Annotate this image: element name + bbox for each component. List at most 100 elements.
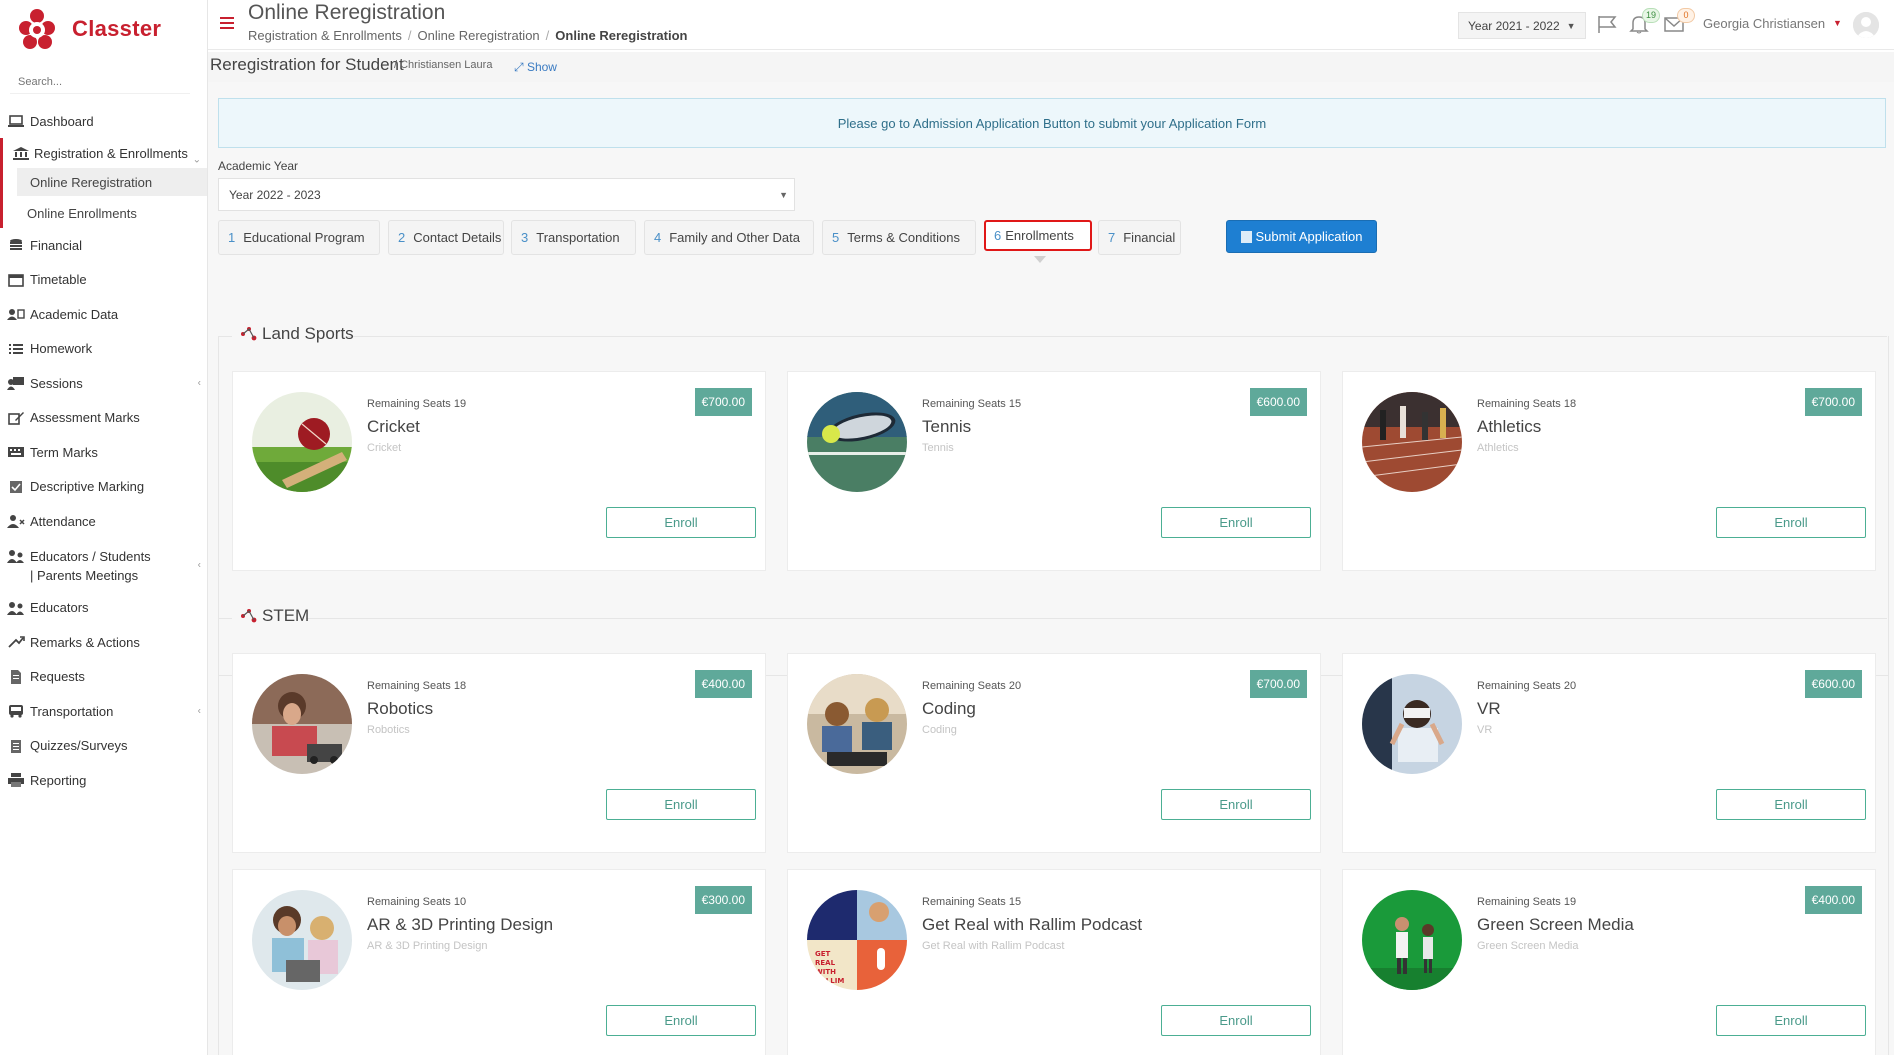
tab-enrollments[interactable]: 6 Enrollments	[984, 220, 1092, 251]
sidebar-item-label: Transportation	[30, 703, 114, 719]
chevron-down-icon: ⌄	[192, 154, 201, 166]
remaining-seats-count: 18	[1563, 398, 1577, 410]
academic-year-select[interactable]: Year 2022 - 2023 ▼	[218, 178, 795, 211]
price-badge: €700.00	[1804, 388, 1862, 416]
enroll-button[interactable]: Enroll	[1716, 1005, 1866, 1036]
caret-down-icon[interactable]: ▼	[1833, 18, 1842, 28]
sidebar-item-label: Sessions	[30, 375, 83, 391]
enroll-button[interactable]: Enroll	[1716, 789, 1866, 820]
sidebar-item-reporting[interactable]: Reporting	[0, 763, 207, 798]
enroll-button[interactable]: Enroll	[1161, 507, 1311, 538]
course-title: Coding	[922, 699, 976, 718]
flag-icon[interactable]	[1596, 14, 1618, 34]
sidebar-item-label: Attendance	[30, 513, 96, 529]
sidebar-item-assessment-marks[interactable]: Assessment Marks	[0, 401, 207, 436]
tab-financial[interactable]: 7 Financial	[1098, 220, 1181, 255]
hamburger-menu-icon[interactable]	[220, 17, 234, 29]
sidebar-item-term-marks[interactable]: Term Marks	[0, 435, 207, 470]
sidebar-item-financial[interactable]: Financial	[0, 228, 207, 263]
tab-number: 6	[994, 228, 1002, 243]
sidebar-item-educators[interactable]: Educators	[0, 591, 207, 626]
sidebar-item-label: Educators / Students | Parents Meetings	[30, 548, 151, 583]
enroll-button[interactable]: Enroll	[1716, 507, 1866, 538]
sidebar-item-dashboard[interactable]: Dashboard	[0, 104, 207, 138]
sidebar-item-remarks-actions[interactable]: Remarks & Actions	[0, 625, 207, 660]
remaining-seats: Remaining Seats 18	[1477, 398, 1576, 410]
remaining-seats-count: 18	[453, 680, 467, 692]
sidebar-item-descriptive-marking[interactable]: Descriptive Marking	[0, 470, 207, 505]
student-subheader: Reregistration for Student / Christianse…	[208, 52, 1894, 82]
sidebar-subitem-online-reregistration[interactable]: Online Reregistration	[17, 168, 207, 196]
enroll-button[interactable]: Enroll	[1161, 789, 1311, 820]
main-content: Please go to Admission Application Butto…	[208, 82, 1894, 1055]
sidebar-item-quizzes-surveys[interactable]: Quizzes/Surveys	[0, 729, 207, 764]
keyboard-icon	[8, 447, 24, 458]
user-name[interactable]: Georgia Christiansen	[1703, 16, 1825, 31]
enroll-button[interactable]: Enroll	[606, 507, 756, 538]
breadcrumb-item[interactable]: Registration & Enrollments	[248, 28, 402, 43]
coding-kids-image	[807, 674, 907, 774]
breadcrumb-current: Online Reregistration	[555, 28, 688, 43]
tab-educational-program[interactable]: 1 Educational Program	[218, 220, 380, 255]
sidebar-item-requests[interactable]: Requests	[0, 660, 207, 695]
reregistration-title: Reregistration for Student	[210, 55, 404, 74]
show-link[interactable]: ⤢ Show	[514, 60, 557, 75]
sidebar-item-homework[interactable]: Homework	[0, 332, 207, 367]
logo[interactable]: Classter	[18, 8, 161, 50]
sidebar-item-academic-data[interactable]: Academic Data	[0, 297, 207, 332]
course-card: Remaining Seats 18 Robotics Robotics €40…	[232, 653, 766, 853]
sidebar-item-meetings[interactable]: Educators / Students | Parents Meetings …	[0, 539, 207, 591]
remaining-seats-label: Remaining Seats	[922, 398, 1006, 410]
course-card: Remaining Seats 20 VR VR €600.00 Enroll	[1342, 653, 1876, 853]
course-card: GET REAL WITH RALLIM Remaining Seats 15 …	[787, 869, 1321, 1055]
remaining-seats: Remaining Seats 15	[922, 398, 1021, 410]
active-tab-pointer	[1034, 256, 1046, 263]
tab-label: Enrollments	[1005, 228, 1074, 243]
messages-button[interactable]: 0	[1663, 8, 1695, 34]
tab-transportation[interactable]: 3 Transportation	[511, 220, 636, 255]
sidebar-item-transportation[interactable]: Transportation ‹	[0, 694, 207, 729]
search-input[interactable]	[10, 70, 190, 94]
course-subtitle: Get Real with Rallim Podcast	[922, 940, 1065, 952]
course-card: Remaining Seats 20 Coding Coding €700.00…	[787, 653, 1321, 853]
enroll-button[interactable]: Enroll	[606, 789, 756, 820]
course-title: Robotics	[367, 699, 434, 718]
tab-contact-details[interactable]: 2 Contact Details	[388, 220, 504, 255]
course-card: Remaining Seats 15 Tennis Tennis €600.00…	[787, 371, 1321, 571]
remaining-seats-label: Remaining Seats	[922, 896, 1006, 908]
shuffle-icon	[8, 636, 25, 648]
tab-number: 3	[521, 230, 529, 245]
tab-family-other-data[interactable]: 4 Family and Other Data	[644, 220, 814, 255]
notifications-button[interactable]: 19	[1628, 8, 1660, 34]
course-subtitle: VR	[1477, 724, 1493, 736]
tab-terms-conditions[interactable]: 5 Terms & Conditions	[822, 220, 976, 255]
sidebar-item-label: Timetable	[30, 272, 87, 288]
avatar[interactable]	[1853, 12, 1879, 38]
tab-number: 7	[1108, 230, 1116, 245]
green-screen-image	[1362, 890, 1462, 990]
remaining-seats: Remaining Seats 20	[922, 680, 1021, 692]
sidebar-item-attendance[interactable]: Attendance	[0, 504, 207, 539]
bank-icon	[13, 147, 29, 160]
submit-application-button[interactable]: Submit Application	[1226, 220, 1377, 253]
vr-headset-image	[1362, 674, 1462, 774]
sidebar-item-sessions[interactable]: Sessions ‹	[0, 366, 207, 401]
sidebar-item-label: Educators	[30, 600, 89, 616]
remaining-seats-count: 15	[1008, 896, 1022, 908]
course-subtitle: AR & 3D Printing Design	[367, 940, 488, 952]
breadcrumb: Registration & Enrollments / Online Reregi…	[248, 28, 688, 43]
sidebar-subitem-online-enrollments[interactable]: Online Enrollments	[3, 198, 207, 228]
breadcrumb-item[interactable]: Online Reregistration	[418, 28, 540, 43]
caret-down-icon: ▼	[779, 190, 788, 200]
expand-icon: ⤢	[514, 60, 524, 74]
sidebar-item-registration-enrollments[interactable]: Registration & Enrollments ⌄	[0, 138, 207, 168]
year-selector[interactable]: Year 2021 - 2022 ▼	[1458, 12, 1586, 39]
course-card: Remaining Seats 19 Green Screen Media Gr…	[1342, 869, 1876, 1055]
enroll-button[interactable]: Enroll	[606, 1005, 756, 1036]
tab-label: Contact Details	[413, 230, 502, 245]
users-icon	[7, 601, 24, 615]
sidebar-item-timetable[interactable]: Timetable	[0, 263, 207, 298]
enroll-button[interactable]: Enroll	[1161, 1005, 1311, 1036]
course-subtitle: Cricket	[367, 442, 402, 454]
svg-text:REAL: REAL	[815, 959, 836, 967]
